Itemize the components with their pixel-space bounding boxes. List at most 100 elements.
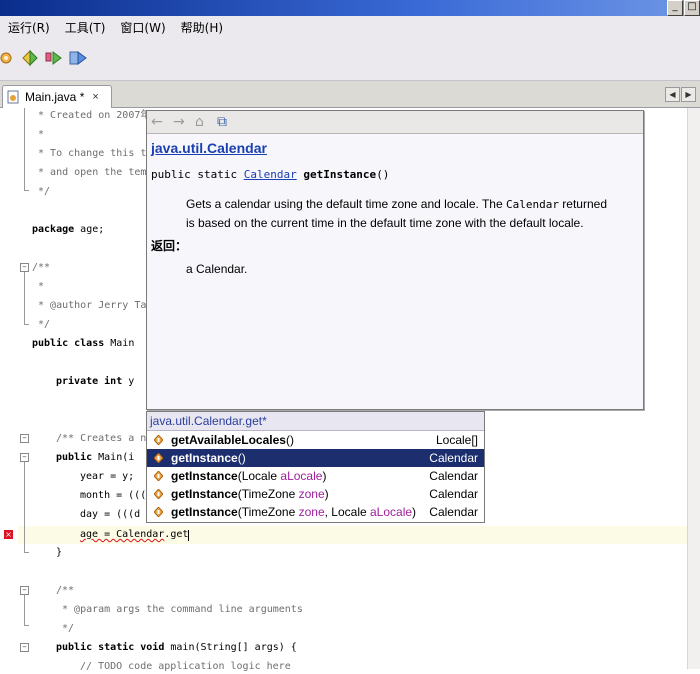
method-signature: public static Calendar getInstance() [151, 168, 639, 181]
completion-header: java.util.Calendar.get* [147, 412, 484, 431]
javadoc-toolbar: ← → ⌂ ⧉ [147, 111, 643, 134]
debug-icon[interactable] [0, 48, 20, 68]
keyword: package [32, 224, 75, 235]
profile-icon[interactable] [68, 48, 88, 68]
completion-args: ) [324, 487, 329, 501]
editor-gutter [0, 108, 18, 669]
keyword: public [56, 452, 93, 463]
code-line: /** [56, 585, 75, 596]
completion-item[interactable]: getInstance(TimeZone zone) Calendar [147, 485, 484, 503]
editor-tab-strip: Main.java * × ◀ ▶ [0, 81, 700, 108]
fold-toggle-icon[interactable]: − [20, 453, 29, 462]
tab-main-java[interactable]: Main.java * × [2, 85, 112, 108]
completion-method-name: getInstance [171, 505, 238, 519]
completion-method-name: getAvailableLocales [171, 433, 286, 447]
completion-return-type: Calendar [429, 469, 478, 483]
menu-run[interactable]: 运行(R) [0, 19, 57, 36]
minimize-button[interactable]: _ [667, 0, 683, 16]
menu-help[interactable]: 帮助(H) [173, 19, 230, 36]
run-icon[interactable] [20, 48, 40, 68]
javadoc-popup: ← → ⌂ ⧉ java.util.Calendar public static… [146, 110, 644, 410]
returns-text: a Calendar. [186, 262, 248, 276]
code-text: age; [74, 224, 105, 235]
completion-signature: getInstance() [171, 449, 246, 467]
fold-toggle-icon[interactable]: − [20, 263, 29, 272]
description-text: Gets a calendar using the default time z… [186, 197, 506, 211]
code-completion-popup: java.util.Calendar.get* getAvailableLoca… [146, 411, 485, 523]
vertical-scrollbar[interactable] [687, 108, 700, 669]
build-icon[interactable] [44, 48, 64, 68]
completion-signature: getInstance(TimeZone zone) [171, 485, 329, 503]
code-line: */ [32, 186, 51, 197]
completion-method-name: getInstance [171, 469, 238, 483]
open-in-browser-icon[interactable]: ⧉ [217, 115, 227, 129]
completion-args: TimeZone [241, 505, 299, 519]
code-line: /** [32, 262, 51, 273]
completion-item[interactable]: getInstance() Calendar [147, 449, 484, 467]
back-icon[interactable]: ← [151, 115, 163, 129]
keyword: public class [32, 338, 105, 349]
code-line: * [32, 129, 45, 140]
fold-toggle-icon[interactable]: − [20, 643, 29, 652]
completion-args: ) [289, 433, 294, 447]
completion-item[interactable]: getAvailableLocales() Locale[] [147, 431, 484, 449]
code-line: */ [32, 319, 51, 330]
return-type-link[interactable]: Calendar [244, 168, 297, 181]
menu-bar: 运行(R) 工具(T) 窗口(W) 帮助(H) [0, 16, 700, 38]
completion-item[interactable]: getInstance(TimeZone zone, Locale aLocal… [147, 503, 484, 521]
method-name: getInstance [303, 168, 377, 181]
fold-end-marker [24, 552, 29, 553]
menu-window[interactable]: 窗口(W) [112, 19, 172, 36]
signature-modifiers: public static [151, 168, 244, 181]
method-icon [154, 453, 163, 463]
description-code: Calendar [505, 198, 559, 211]
completion-item[interactable]: getInstance(Locale aLocale) Calendar [147, 467, 484, 485]
completion-signature: getInstance(Locale aLocale) [171, 467, 326, 485]
completion-return-type: Calendar [429, 451, 478, 465]
code-line: private int y [56, 375, 134, 389]
fold-toggle-icon[interactable]: − [20, 586, 29, 595]
completion-return-type: Locale[] [435, 433, 478, 447]
code-text: main(String[] args) { [164, 642, 297, 653]
scroll-right-icon[interactable]: ▶ [681, 87, 696, 102]
home-icon[interactable]: ⌂ [195, 115, 204, 129]
code-line: package age; [32, 223, 104, 237]
signature-params: () [376, 168, 390, 181]
keyword: public static void [56, 642, 165, 653]
menu-tools[interactable]: 工具(T) [57, 19, 113, 36]
code-line: // TODO code application logic here [80, 661, 291, 672]
completion-args: ) [322, 469, 327, 483]
close-icon[interactable]: × [92, 91, 98, 103]
maximize-button[interactable]: □ [684, 0, 700, 16]
code-text: .get [164, 529, 189, 540]
fold-end-marker [24, 324, 29, 325]
code-line: * To change this t [32, 148, 147, 159]
scroll-left-icon[interactable]: ◀ [665, 87, 680, 102]
java-file-icon [7, 90, 19, 104]
code-line: public Main(i [56, 451, 134, 465]
tab-navigation: ◀ ▶ [664, 87, 696, 102]
method-icon [154, 471, 163, 481]
code-line: * @param args the command line arguments [56, 604, 303, 615]
forward-icon[interactable]: → [173, 115, 185, 129]
completion-args: Locale [331, 505, 370, 519]
code-line: */ [56, 623, 75, 634]
fold-guide [24, 108, 25, 190]
error-icon[interactable]: × [4, 530, 13, 539]
fold-guide [24, 595, 25, 625]
javadoc-content: java.util.Calendar public static Calenda… [147, 134, 643, 409]
class-link[interactable]: java.util.Calendar [151, 140, 267, 156]
param-name: aLocale [280, 469, 323, 483]
method-icon [154, 489, 163, 499]
code-line: public class Main [32, 337, 134, 351]
code-line: * and open the tem [32, 167, 147, 178]
completion-method-name: getInstance [171, 451, 238, 465]
fold-end-marker [24, 625, 29, 626]
error-text: age = Calendar [80, 529, 165, 540]
completion-args: Locale [241, 469, 281, 483]
code-line: public static void main(String[] args) { [56, 641, 297, 655]
toolbar [0, 38, 700, 81]
fold-toggle-icon[interactable]: − [20, 434, 29, 443]
method-icon [154, 435, 163, 445]
tab-label: Main.java * [25, 90, 85, 104]
